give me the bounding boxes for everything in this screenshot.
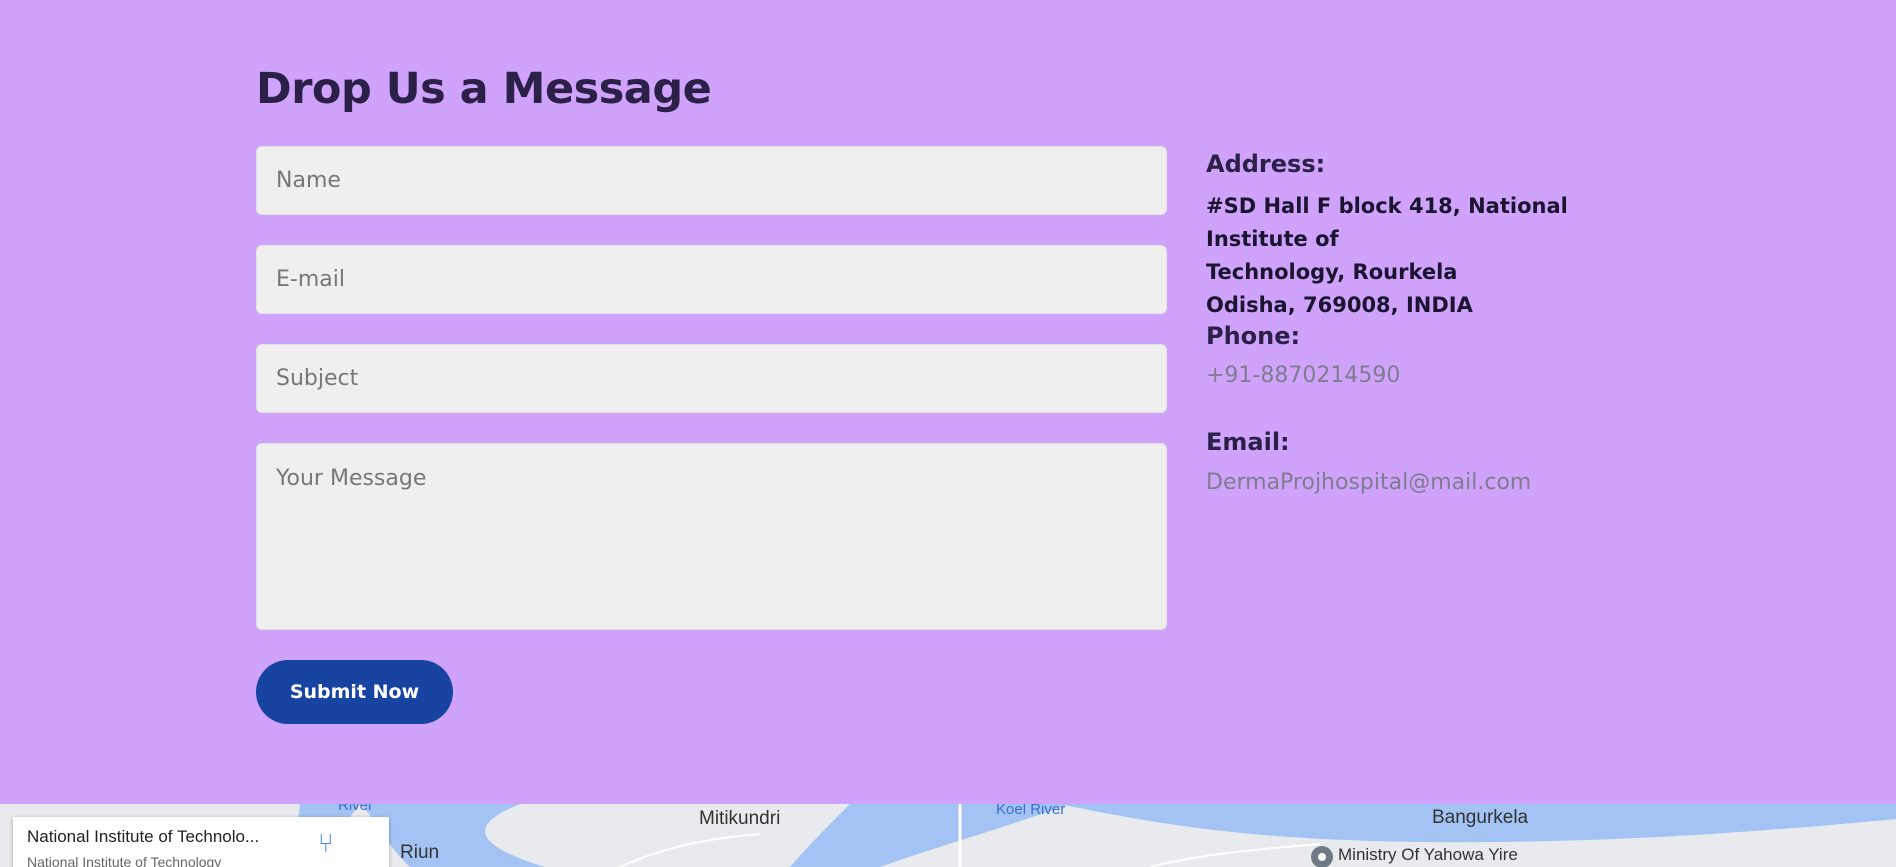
message-textarea[interactable] [256,443,1167,630]
embedded-map[interactable]: Mitikundri Riun Bangurkela Ministry Of Y… [0,804,1896,867]
email-label: Email: [1206,428,1290,456]
subject-input[interactable] [256,344,1167,413]
address-line-2: Technology, Rourkela [1206,260,1458,284]
address-text: #SD Hall F block 418, National Institute… [1206,190,1676,322]
map-label-koel-river: Koel River [996,804,1066,818]
map-place-card[interactable]: National Institute of Technolo... Nation… [13,817,389,867]
email-value[interactable]: DermaProjhospital@mail.com [1206,470,1676,495]
phone-label: Phone: [1206,322,1301,350]
address-line-3: Odisha, 769008, INDIA [1206,293,1473,317]
place-card-subtitle: National Institute of Technology [27,854,222,867]
map-label-river: River [338,804,374,814]
map-label-ministry: Ministry Of Yahowa Yire [1338,845,1518,864]
page-title: Drop Us a Message [256,64,712,114]
name-input[interactable] [256,146,1167,215]
map-label-mitikundri: Mitikundri [699,808,781,829]
submit-button[interactable]: Submit Now [256,660,453,724]
phone-value[interactable]: +91-8870214590 [1206,363,1676,388]
address-label: Address: [1206,150,1326,178]
map-pin-icon[interactable] [1311,846,1333,867]
address-line-1: #SD Hall F block 418, National Institute… [1206,194,1568,251]
directions-icon[interactable]: ⑂ [318,829,334,859]
place-card-title[interactable]: National Institute of Technolo... [27,827,259,847]
map-label-riun: Riun [400,842,440,863]
email-input[interactable] [256,245,1167,314]
map-label-bangurkela: Bangurkela [1432,807,1529,828]
